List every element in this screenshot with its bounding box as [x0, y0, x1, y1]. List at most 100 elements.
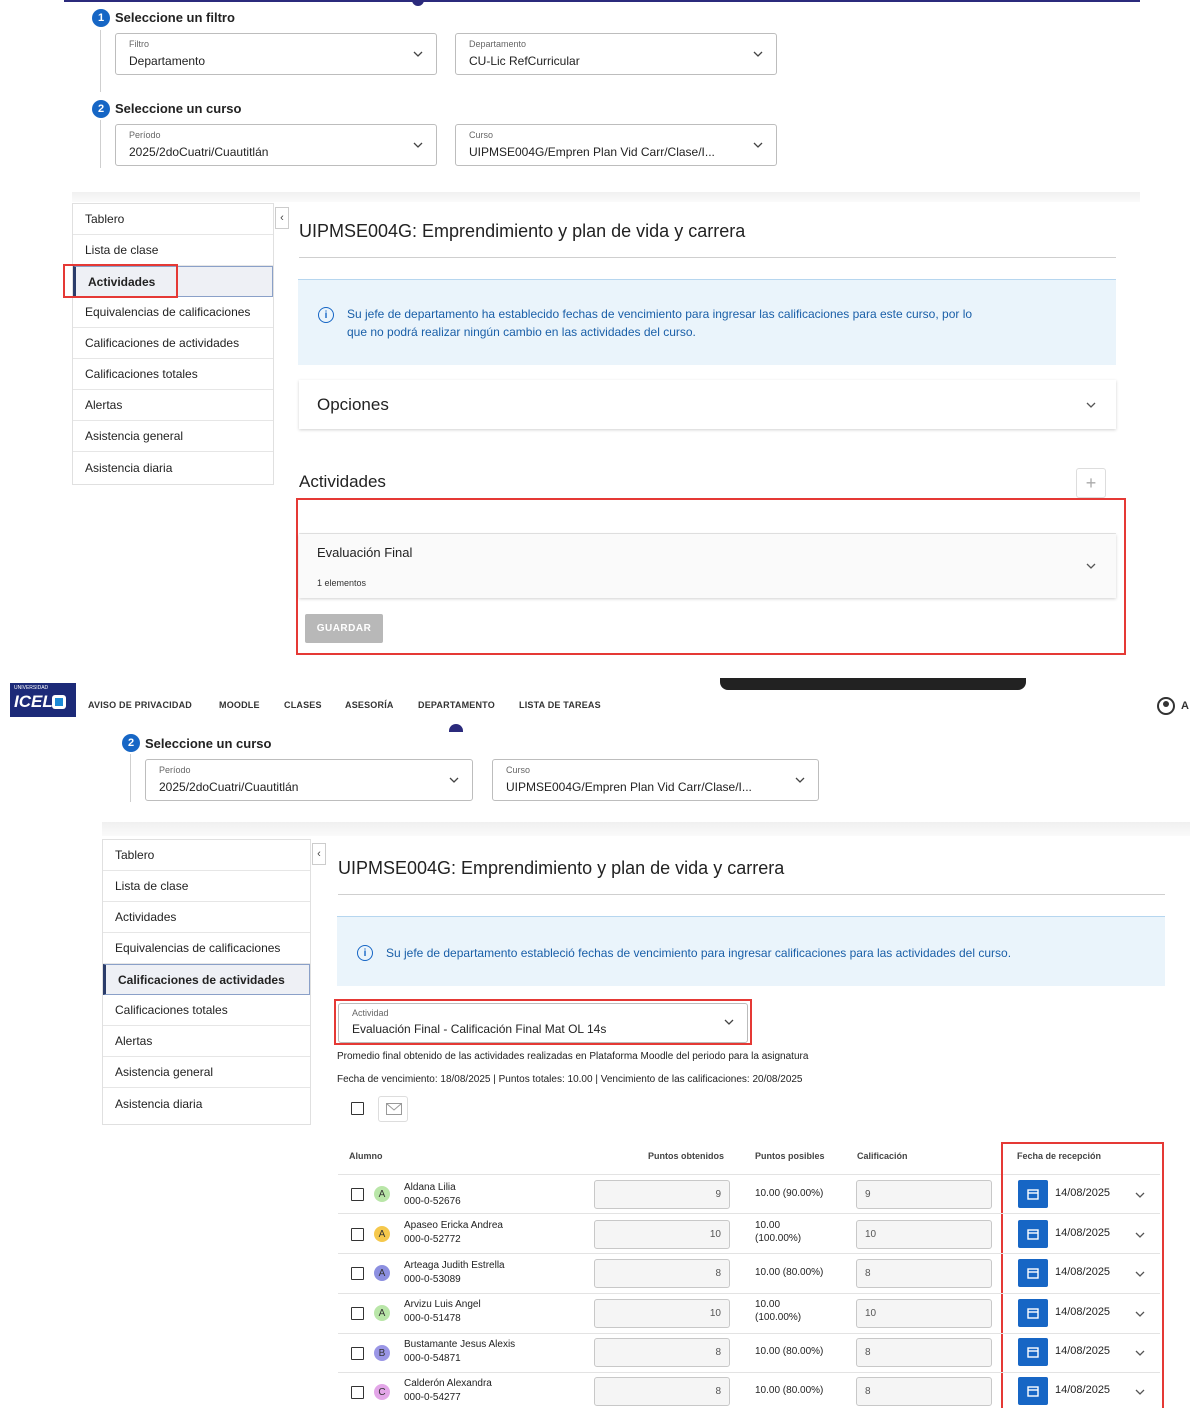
filtro-value: Departamento: [129, 54, 206, 68]
sidebar-item-calificaciones-actividades[interactable]: Calificaciones de actividades: [73, 328, 273, 359]
step-2-badge: 2: [92, 100, 110, 118]
highlight-box: [63, 264, 178, 298]
periodo-label: Período: [159, 765, 191, 775]
curso-value: UIPMSE004G/Empren Plan Vid Carr/Clase/I.…: [506, 780, 752, 794]
user-name[interactable]: A: [1181, 700, 1189, 712]
avatar: A: [374, 1186, 390, 1202]
grade-input[interactable]: 8: [856, 1377, 992, 1406]
row-checkbox[interactable]: [351, 1267, 364, 1280]
reception-date: 14/08/2025: [1055, 1266, 1111, 1278]
points-obtained-input[interactable]: 8: [594, 1377, 730, 1406]
row-checkbox[interactable]: [351, 1228, 364, 1241]
grade-value: 8: [865, 1347, 871, 1358]
sidebar-item-alertas[interactable]: Alertas: [73, 390, 273, 421]
save-button[interactable]: GUARDAR: [305, 614, 383, 643]
sidebar-item-asistencia-general[interactable]: Asistencia general: [73, 421, 273, 452]
chevron-down-icon[interactable]: [1134, 1347, 1146, 1359]
nav-clases[interactable]: CLASES: [284, 700, 322, 710]
calendar-button[interactable]: [1018, 1220, 1048, 1248]
student-name: Aldana Lilia: [404, 1182, 456, 1193]
step-connector: [100, 120, 101, 168]
calendar-icon: [1027, 1308, 1039, 1319]
periodo-value: 2025/2doCuatri/Cuautitlán: [159, 780, 299, 794]
highlight-box: [334, 999, 752, 1045]
select-all-checkbox[interactable]: [351, 1102, 364, 1115]
nav-aviso-privacidad[interactable]: AVISO DE PRIVACIDAD: [88, 700, 192, 710]
sidebar-item-calificaciones-totales[interactable]: Calificaciones totales: [103, 995, 310, 1026]
send-email-button[interactable]: [378, 1096, 408, 1122]
curso-select[interactable]: Curso UIPMSE004G/Empren Plan Vid Carr/Cl…: [492, 759, 819, 801]
sidebar-item-equivalencias[interactable]: Equivalencias de calificaciones: [73, 297, 273, 328]
points-obtained-input[interactable]: 9: [594, 1180, 730, 1209]
row-checkbox[interactable]: [351, 1307, 364, 1320]
grade-input[interactable]: 10: [856, 1220, 992, 1249]
sidebar-item-asistencia-general[interactable]: Asistencia general: [103, 1057, 310, 1088]
points-obtained-input[interactable]: 8: [594, 1338, 730, 1367]
points-possible-percent: (100.00%): [755, 1233, 802, 1244]
curso-select[interactable]: Curso UIPMSE004G/Empren Plan Vid Carr/Cl…: [455, 124, 777, 166]
calendar-button[interactable]: [1018, 1259, 1048, 1287]
chevron-down-icon[interactable]: [1134, 1268, 1146, 1280]
calendar-button[interactable]: [1018, 1338, 1048, 1366]
grade-value: 8: [865, 1268, 871, 1279]
periodo-select[interactable]: Período 2025/2doCuatri/Cuautitlán: [115, 124, 437, 166]
chevron-down-icon: [1086, 402, 1096, 408]
user-icon[interactable]: [1157, 697, 1175, 715]
overlay-bar: [720, 678, 1026, 690]
nav-lista-de-tareas[interactable]: LISTA DE TAREAS: [519, 700, 601, 710]
add-activity-button[interactable]: +: [1076, 468, 1106, 498]
sidebar-item-calificaciones-totales[interactable]: Calificaciones totales: [73, 359, 273, 390]
calendar-button[interactable]: [1018, 1299, 1048, 1327]
points-obtained-value: 8: [715, 1386, 721, 1397]
sidebar-menu: Tablero Lista de clase Actividades Equiv…: [102, 839, 311, 1125]
calendar-button[interactable]: [1018, 1180, 1048, 1208]
sidebar-item-actividades[interactable]: Actividades: [103, 902, 310, 933]
top-header-line: [64, 0, 1140, 10]
row-checkbox[interactable]: [351, 1188, 364, 1201]
sidebar-item-asistencia-diaria[interactable]: Asistencia diaria: [73, 452, 273, 483]
calendar-button[interactable]: [1018, 1377, 1048, 1405]
sidebar-item-calificaciones-actividades[interactable]: Calificaciones de actividades: [103, 964, 310, 995]
student-id: 000-0-52676: [404, 1196, 461, 1207]
sidebar-item-lista-de-clase[interactable]: Lista de clase: [73, 235, 273, 266]
nav-moodle[interactable]: MOODLE: [219, 700, 260, 710]
grade-input[interactable]: 8: [856, 1338, 992, 1367]
departamento-select[interactable]: Departamento CU-Lic RefCurricular: [455, 33, 777, 75]
chevron-down-icon[interactable]: [1134, 1189, 1146, 1201]
sidebar-item-tablero[interactable]: Tablero: [73, 204, 273, 235]
header-calificacion: Calificación: [857, 1151, 908, 1161]
row-divider: [338, 1293, 1160, 1294]
sidebar-item-tablero[interactable]: Tablero: [103, 840, 310, 871]
nav-departamento[interactable]: DEPARTAMENTO: [418, 700, 495, 710]
opciones-panel[interactable]: Opciones: [299, 380, 1116, 429]
grade-value: 8: [865, 1386, 871, 1397]
student-name: Arvizu Luis Angel: [404, 1299, 481, 1310]
chevron-down-icon[interactable]: [1134, 1229, 1146, 1241]
sidebar-item-equivalencias[interactable]: Equivalencias de calificaciones: [103, 933, 310, 964]
collapse-sidebar-button[interactable]: ‹: [275, 207, 289, 229]
row-checkbox[interactable]: [351, 1347, 364, 1360]
section-divider: [102, 822, 1190, 836]
sidebar-item-alertas[interactable]: Alertas: [103, 1026, 310, 1057]
row-checkbox[interactable]: [351, 1386, 364, 1399]
periodo-select[interactable]: Período 2025/2doCuatri/Cuautitlán: [145, 759, 473, 801]
filtro-select[interactable]: Filtro Departamento: [115, 33, 437, 75]
points-obtained-value: 10: [709, 1229, 721, 1240]
reception-date: 14/08/2025: [1055, 1227, 1111, 1239]
chevron-down-icon[interactable]: [1134, 1386, 1146, 1398]
points-obtained-input[interactable]: 10: [594, 1299, 730, 1328]
collapse-sidebar-button[interactable]: ‹: [312, 843, 326, 865]
grade-input[interactable]: 8: [856, 1259, 992, 1288]
nav-asesoria[interactable]: ASESORÍA: [345, 700, 394, 710]
points-obtained-input[interactable]: 8: [594, 1259, 730, 1288]
sidebar-item-asistencia-diaria[interactable]: Asistencia diaria: [103, 1088, 310, 1119]
grade-input[interactable]: 9: [856, 1180, 992, 1209]
step-1-title: Seleccione un filtro: [115, 10, 235, 25]
sidebar-item-lista-de-clase[interactable]: Lista de clase: [103, 871, 310, 902]
points-possible: 10.00 (80.00%): [755, 1267, 824, 1278]
evaluacion-final-panel[interactable]: Evaluación Final 1 elementos: [299, 534, 1116, 598]
evaluacion-final-title: Evaluación Final: [317, 545, 413, 560]
grade-input[interactable]: 10: [856, 1299, 992, 1328]
chevron-down-icon[interactable]: [1134, 1308, 1146, 1320]
points-obtained-input[interactable]: 10: [594, 1220, 730, 1249]
